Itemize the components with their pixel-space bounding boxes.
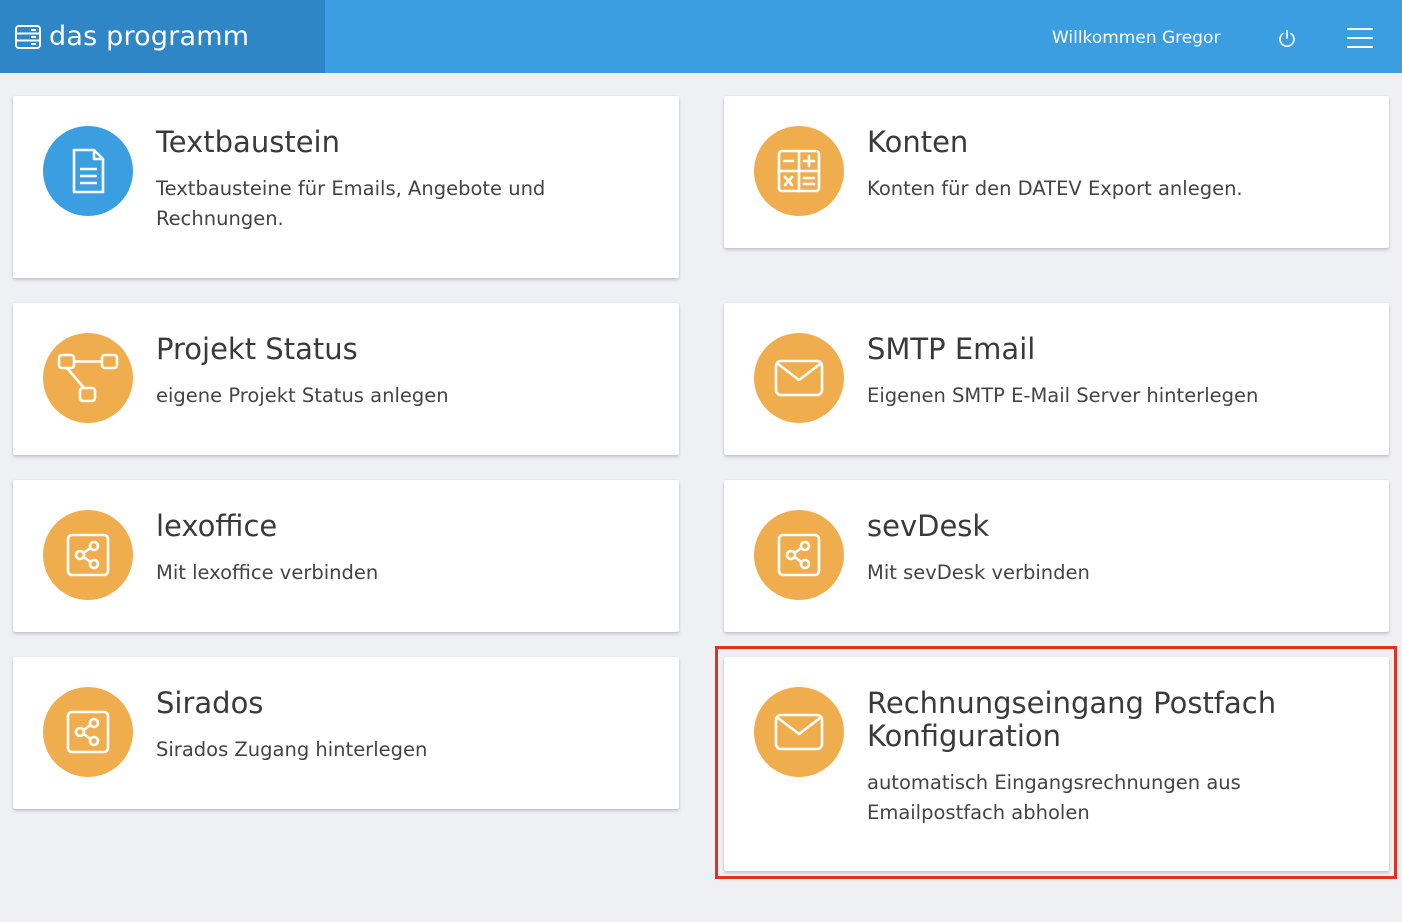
- share-icon: [43, 687, 133, 777]
- share-icon: [754, 510, 844, 600]
- document-icon: [43, 126, 133, 216]
- card-title: SMTP Email: [867, 332, 1036, 366]
- card-description-line: automatisch Eingangsrechnungen aus: [867, 771, 1241, 794]
- card-description: automatisch Eingangsrechnungen aus Email…: [867, 768, 1241, 828]
- card-description: Konten für den DATEV Export anlegen.: [867, 174, 1243, 204]
- card-title: lexoffice: [156, 509, 278, 543]
- card-textbaustein[interactable]: Textbaustein Textbausteine für Emails, A…: [13, 96, 679, 278]
- top-navbar: das programm Willkommen Gregor: [0, 0, 1402, 73]
- card-description: eigene Projekt Status anlegen: [156, 381, 449, 411]
- card-title-line: Rechnungseingang Postfach: [867, 686, 1277, 720]
- brand-name: das programm: [49, 21, 250, 52]
- card-description-line: Mit lexoffice verbinden: [156, 561, 379, 584]
- card-description: Mit sevDesk verbinden: [867, 558, 1090, 588]
- card-description: Textbausteine für Emails, Angebote und R…: [156, 174, 545, 234]
- card-description-line: Eigenen SMTP E-Mail Server hinterlegen: [867, 384, 1259, 407]
- welcome-text: Willkommen Gregor: [1052, 28, 1221, 48]
- card-sirados[interactable]: Sirados Sirados Zugang hinterlegen: [13, 657, 679, 809]
- card-description-line: Emailpostfach abholen: [867, 801, 1090, 824]
- brand[interactable]: das programm: [0, 0, 325, 73]
- card-description-line: Textbausteine für Emails, Angebote und: [156, 177, 546, 200]
- calculator-icon: [754, 126, 844, 216]
- envelope-icon: [754, 687, 844, 777]
- card-projekt-status[interactable]: Projekt Status eigene Projekt Status anl…: [13, 303, 679, 455]
- card-description: Eigenen SMTP E-Mail Server hinterlegen: [867, 381, 1258, 411]
- envelope-icon: [754, 333, 844, 423]
- card-lexoffice[interactable]: lexoffice Mit lexoffice verbinden: [13, 480, 679, 632]
- workflow-icon: [43, 333, 133, 423]
- card-smtp-email[interactable]: SMTP Email Eigenen SMTP E-Mail Server hi…: [724, 303, 1389, 455]
- share-icon: [43, 510, 133, 600]
- card-description-line: Konten für den DATEV Export anlegen.: [867, 177, 1243, 200]
- card-rechnungseingang-postfach[interactable]: Rechnungseingang Postfach Konfiguration …: [724, 657, 1389, 871]
- hamburger-menu-icon[interactable]: [1345, 24, 1377, 52]
- card-title-line: Konfiguration: [867, 719, 1061, 753]
- card-konten[interactable]: Konten Konten für den DATEV Export anleg…: [724, 96, 1389, 248]
- card-description: Mit lexoffice verbinden: [156, 558, 378, 588]
- card-sevdesk[interactable]: sevDesk Mit sevDesk verbinden: [724, 480, 1389, 632]
- server-icon: [14, 23, 42, 51]
- card-description-line: Sirados Zugang hinterlegen: [156, 738, 428, 761]
- card-description-line: eigene Projekt Status anlegen: [156, 384, 449, 407]
- card-title: Sirados: [156, 686, 264, 720]
- card-description-line: Rechnungen.: [156, 207, 284, 230]
- card-title: Projekt Status: [156, 332, 358, 366]
- card-title: sevDesk: [867, 509, 990, 543]
- card-title: Rechnungseingang Postfach Konfiguration: [867, 687, 1276, 753]
- card-title: Konten: [867, 125, 969, 159]
- power-icon[interactable]: [1274, 26, 1300, 52]
- card-description: Sirados Zugang hinterlegen: [156, 735, 427, 765]
- card-description-line: Mit sevDesk verbinden: [867, 561, 1090, 584]
- card-title: Textbaustein: [156, 125, 340, 159]
